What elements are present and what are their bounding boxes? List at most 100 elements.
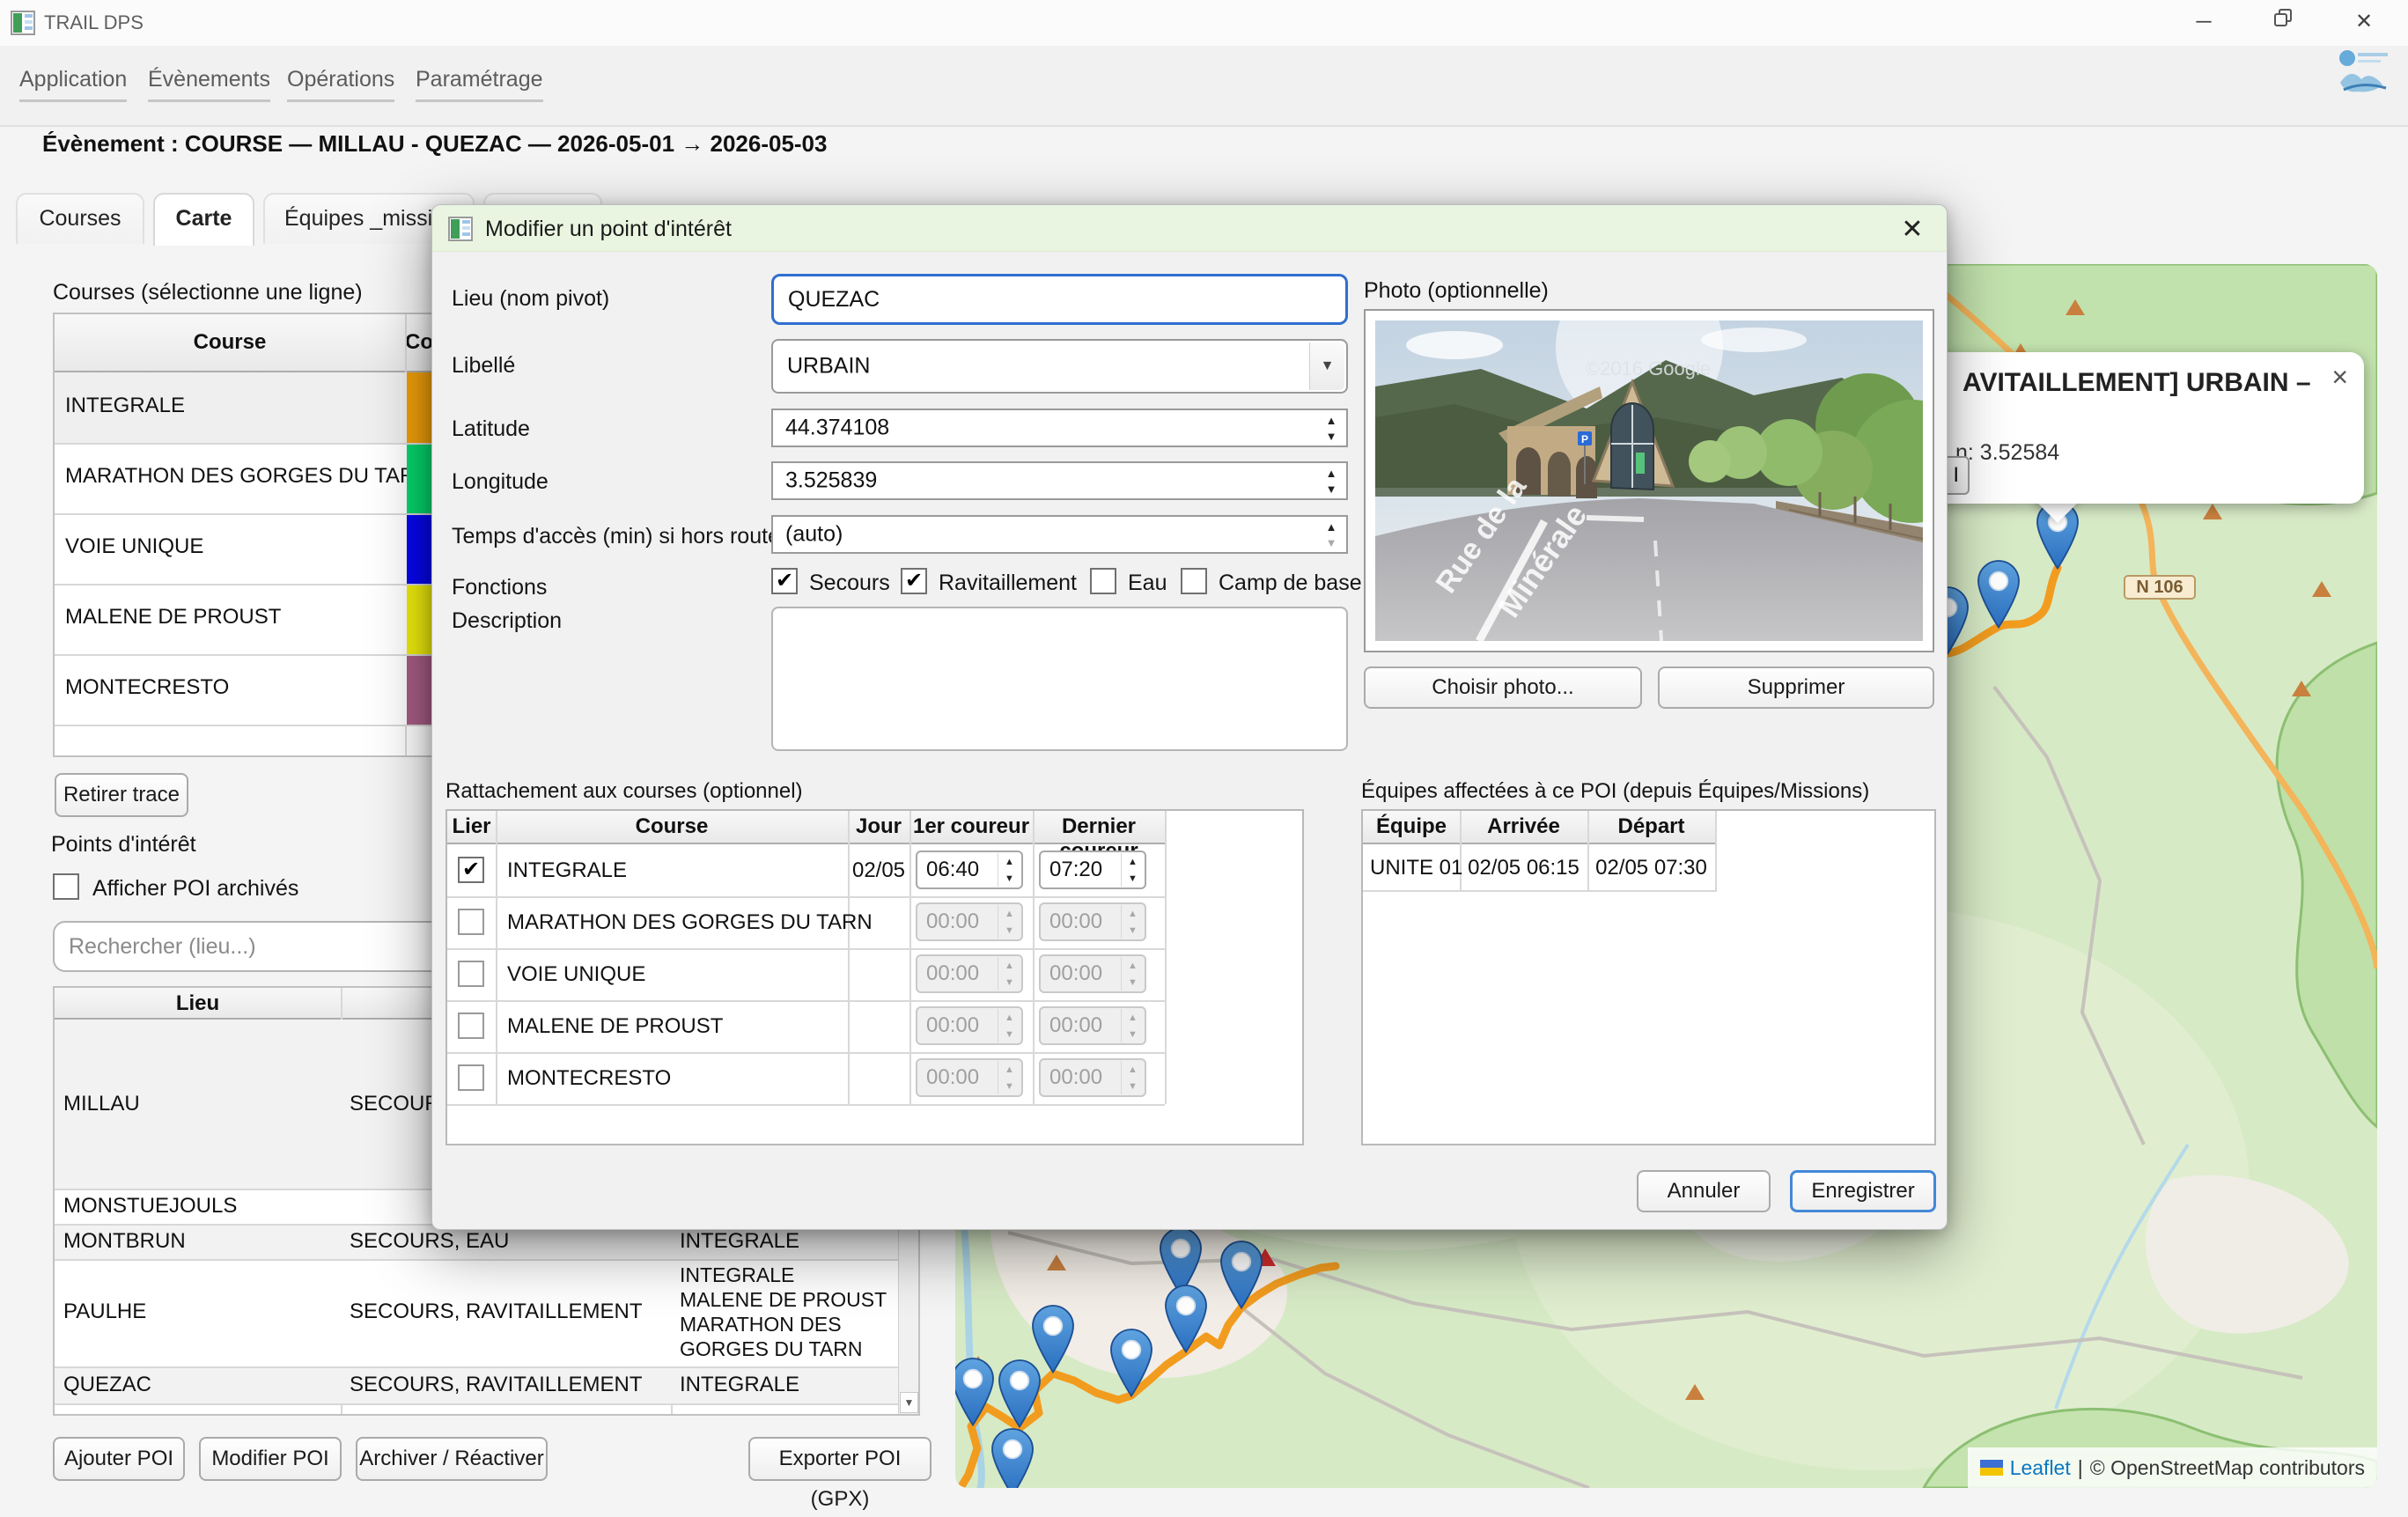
tab-carte[interactable]: Carte <box>153 193 254 246</box>
popup-close-icon[interactable]: × <box>2331 361 2348 394</box>
svg-text:P: P <box>1581 433 1588 446</box>
osm-attribution[interactable]: © OpenStreetMap contributors <box>2090 1456 2365 1480</box>
map-attribution: Leaflet | © OpenStreetMap contributors <box>1968 1447 2377 1488</box>
temps-acces-spinner[interactable]: (auto) ▲▼ <box>771 515 1348 554</box>
popup-title: AVITAILLEMENT] URBAIN – <box>1962 368 2311 398</box>
lier-checkbox[interactable] <box>458 1064 484 1091</box>
spin-down-icon[interactable]: ▼ <box>1318 428 1344 444</box>
modify-poi-dialog: Modifier un point d'intérêt ✕ Lieu (nom … <box>431 204 1948 1230</box>
poi-row[interactable]: PAULHE SECOURS, RAVITAILLEMENT INTEGRALE… <box>55 1259 902 1366</box>
spin-up-icon[interactable]: ▲ <box>998 853 1020 870</box>
secours-label: Secours <box>809 571 890 596</box>
secours-checkbox[interactable]: ✔ <box>771 568 798 594</box>
divider <box>0 125 2408 127</box>
enregistrer-button[interactable]: Enregistrer <box>1790 1170 1936 1212</box>
app-logo <box>2331 44 2393 102</box>
spin-up-icon[interactable]: ▲ <box>1318 412 1344 428</box>
leaflet-link[interactable]: Leaflet <box>2010 1456 2071 1480</box>
libelle-label: Libellé <box>452 353 515 379</box>
col-depart[interactable]: Départ <box>1587 814 1715 839</box>
longitude-label: Longitude <box>452 469 549 495</box>
annuler-button[interactable]: Annuler <box>1637 1170 1771 1212</box>
rattachement-row[interactable]: VOIE UNIQUE 00:00▲▼ 00:00▲▼ <box>447 948 1165 1000</box>
spin-down-icon[interactable]: ▼ <box>1318 481 1344 497</box>
menubar: Application Évènements Opérations Paramé… <box>0 46 2408 125</box>
titlebar: TRAIL DPS ─ ✕ <box>0 0 2408 46</box>
lier-checkbox[interactable] <box>458 909 484 935</box>
col-arrivee[interactable]: Arrivée <box>1460 814 1587 839</box>
ravitaillement-checkbox[interactable]: ✔ <box>901 568 927 594</box>
close-button[interactable]: ✕ <box>2324 0 2404 44</box>
premier-coureur-spinner[interactable]: 06:40 ▲▼ <box>916 851 1023 889</box>
show-archived-checkbox[interactable] <box>53 873 79 900</box>
spin-up-icon[interactable]: ▲ <box>1122 853 1144 870</box>
supprimer-photo-button[interactable]: Supprimer <box>1658 666 1934 709</box>
lier-checkbox[interactable] <box>458 1013 484 1039</box>
lieu-input[interactable] <box>771 274 1348 325</box>
col-jour[interactable]: Jour <box>848 814 909 839</box>
dernier-coureur-spinner: 00:00▲▼ <box>1039 1058 1146 1097</box>
fonctions-label: Fonctions <box>452 575 547 600</box>
equipes-label: Équipes affectées à ce POI (depuis Équip… <box>1361 779 1869 804</box>
event-heading: Évènement : COURSE — MILLAU - QUEZAC — 2… <box>42 130 827 158</box>
ravitaillement-label: Ravitaillement <box>939 571 1077 596</box>
temps-acces-label: Temps d'accès (min) si hors route <box>452 524 780 549</box>
svg-text:©2016 Google: ©2016 Google <box>1586 357 1711 379</box>
restore-button[interactable] <box>2243 0 2323 44</box>
lier-checkbox[interactable]: ✔ <box>458 857 484 883</box>
dernier-coureur-spinner: 00:00▲▼ <box>1039 902 1146 941</box>
col-course[interactable]: Course <box>496 814 848 839</box>
retirer-trace-button[interactable]: Retirer trace <box>55 773 188 817</box>
col-equipe[interactable]: Équipe <box>1363 814 1460 839</box>
app-window: TRAIL DPS ─ ✕ Application Évènements Opé… <box>0 0 2408 1517</box>
latitude-value: 44.374108 <box>785 416 889 441</box>
longitude-spinner[interactable]: 3.525839 ▲▼ <box>771 461 1348 500</box>
eau-label: Eau <box>1128 571 1167 596</box>
dialog-titlebar: Modifier un point d'intérêt ✕ <box>432 205 1947 252</box>
tab-courses[interactable]: Courses <box>16 193 144 244</box>
lier-checkbox[interactable] <box>458 961 484 987</box>
libelle-value: URBAIN <box>787 354 870 379</box>
photo-frame: P Rue de la Minérale ©2016 Google <box>1364 309 1934 652</box>
equipe-row[interactable]: UNITE 01 02/05 06:15 02/05 07:30 <box>1363 844 1715 892</box>
poi-row[interactable]: QUEZAC SECOURS, RAVITAILLEMENT INTEGRALE <box>55 1366 902 1403</box>
archiver-reactiver-button[interactable]: Archiver / Réactiver <box>356 1437 548 1481</box>
spin-down-icon[interactable]: ▼ <box>1122 870 1144 887</box>
spin-up-icon[interactable]: ▲ <box>1318 465 1344 481</box>
menu-application[interactable]: Application <box>19 67 127 102</box>
poi-col-lieu[interactable]: Lieu <box>55 991 341 1016</box>
modifier-poi-button[interactable]: Modifier POI <box>199 1437 342 1481</box>
spin-down-icon[interactable]: ▼ <box>998 870 1020 887</box>
exporter-poi-button[interactable]: Exporter POI (GPX) <box>748 1437 932 1481</box>
camp-de-base-checkbox[interactable] <box>1181 568 1207 594</box>
latitude-spinner[interactable]: 44.374108 ▲▼ <box>771 409 1348 447</box>
menu-parametrage[interactable]: Paramétrage <box>416 67 543 102</box>
menu-operations[interactable]: Opérations <box>287 67 394 102</box>
libelle-select[interactable]: URBAIN ▼ <box>771 339 1348 394</box>
choisir-photo-button[interactable]: Choisir photo... <box>1364 666 1642 709</box>
menu-evenements[interactable]: Évènements <box>148 67 270 102</box>
description-textarea[interactable] <box>771 607 1348 751</box>
rattachement-row[interactable]: MARATHON DES GORGES DU TARN 00:00▲▼ 00:0… <box>447 896 1165 948</box>
latitude-label: Latitude <box>452 416 530 442</box>
premier-coureur-spinner: 00:00▲▼ <box>916 1058 1023 1097</box>
rattachement-row[interactable]: MALENE DE PROUST 00:00▲▼ 00:00▲▼ <box>447 1000 1165 1052</box>
rattachement-row[interactable]: MONTECRESTO 00:00▲▼ 00:00▲▼ <box>447 1052 1165 1104</box>
longitude-value: 3.525839 <box>785 468 877 494</box>
scroll-down-button[interactable]: ▼ <box>900 1392 918 1413</box>
col-premier[interactable]: 1er coureur <box>909 814 1033 839</box>
description-label: Description <box>452 608 562 634</box>
minimize-button[interactable]: ─ <box>2164 0 2243 44</box>
ukraine-flag-icon <box>1980 1460 2003 1476</box>
ajouter-poi-button[interactable]: Ajouter POI <box>53 1437 185 1481</box>
col-lier[interactable]: Lier <box>447 814 496 839</box>
eau-checkbox[interactable] <box>1090 568 1116 594</box>
map-popup: AVITAILLEMENT] URBAIN – n: 3.52584 × I <box>1889 352 2364 504</box>
rattachement-row[interactable]: ✔ INTEGRALE 02/05 06:40 ▲▼ 07:20 ▲▼ <box>447 844 1165 896</box>
spin-down-icon[interactable]: ▼ <box>1318 534 1344 550</box>
dernier-coureur-spinner[interactable]: 07:20 ▲▼ <box>1039 851 1146 889</box>
spin-up-icon[interactable]: ▲ <box>1318 519 1344 534</box>
dialog-close-icon[interactable]: ✕ <box>1894 212 1931 247</box>
courses-col-course[interactable]: Course <box>55 330 405 355</box>
chevron-down-icon[interactable]: ▼ <box>1309 342 1344 390</box>
